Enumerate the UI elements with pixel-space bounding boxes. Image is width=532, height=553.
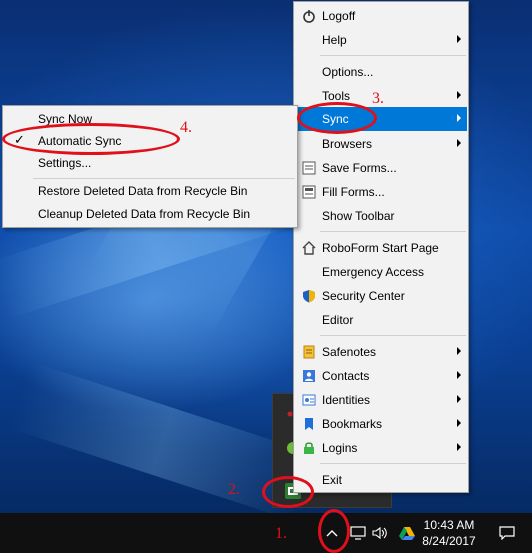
annotation-circle-4 bbox=[2, 123, 180, 155]
submenu-arrow-icon bbox=[457, 419, 461, 427]
menu-item-logoff[interactable]: Logoff bbox=[295, 4, 467, 28]
menu-item-browsers[interactable]: Browsers bbox=[295, 132, 467, 156]
menu-item-safenotes[interactable]: Safenotes bbox=[295, 340, 467, 364]
annotation-circle-1 bbox=[318, 509, 350, 553]
power-icon bbox=[301, 8, 317, 24]
action-center-icon[interactable] bbox=[492, 513, 522, 553]
annotation-label-2: 2. bbox=[228, 481, 240, 498]
menu-item-security-center[interactable]: Security Center bbox=[295, 284, 467, 308]
menu-item-label: Options... bbox=[322, 65, 374, 79]
menu-item-editor[interactable]: Editor bbox=[295, 308, 467, 332]
annotation-circle-2 bbox=[262, 476, 314, 508]
identity-icon bbox=[301, 392, 317, 408]
menu-item-emergency-access[interactable]: Emergency Access bbox=[295, 260, 467, 284]
save-forms-icon bbox=[301, 160, 317, 176]
menu-item-label: Save Forms... bbox=[322, 161, 397, 175]
menu-separator bbox=[320, 463, 466, 464]
menu-item-label: Security Center bbox=[322, 289, 405, 303]
menu-item-label: Cleanup Deleted Data from Recycle Bin bbox=[38, 207, 251, 221]
submenu-item-settings[interactable]: Settings... bbox=[4, 151, 296, 175]
submenu-arrow-icon bbox=[457, 114, 461, 122]
menu-item-label: Identities bbox=[322, 393, 371, 407]
contacts-icon bbox=[301, 368, 317, 384]
menu-separator bbox=[320, 55, 466, 56]
submenu-item-restore-deleted[interactable]: Restore Deleted Data from Recycle Bin bbox=[4, 179, 296, 203]
menu-item-bookmarks[interactable]: Bookmarks bbox=[295, 412, 467, 436]
google-drive-icon[interactable] bbox=[396, 513, 418, 553]
clock-time: 10:43 AM bbox=[423, 518, 475, 532]
menu-item-label: RoboForm Start Page bbox=[322, 241, 439, 255]
submenu-arrow-icon bbox=[457, 395, 461, 403]
menu-item-save-forms[interactable]: Save Forms... bbox=[295, 156, 467, 180]
annotation-circle-3 bbox=[297, 102, 377, 134]
safenote-icon bbox=[301, 344, 317, 360]
lock-icon bbox=[301, 440, 317, 456]
sync-submenu: Sync Now ✓ Automatic Sync Settings... Re… bbox=[2, 105, 298, 228]
menu-item-label: Logoff bbox=[322, 9, 356, 23]
menu-item-label: Logins bbox=[322, 441, 358, 455]
shield-icon bbox=[301, 288, 317, 304]
submenu-arrow-icon bbox=[457, 35, 461, 43]
network-icon[interactable] bbox=[348, 513, 368, 553]
submenu-arrow-icon bbox=[457, 347, 461, 355]
menu-item-label: Bookmarks bbox=[322, 417, 383, 431]
menu-item-contacts[interactable]: Contacts bbox=[295, 364, 467, 388]
menu-item-fill-forms[interactable]: Fill Forms... bbox=[295, 180, 467, 204]
submenu-arrow-icon bbox=[457, 139, 461, 147]
clock-date: 8/24/2017 bbox=[422, 534, 476, 548]
menu-item-exit[interactable]: Exit bbox=[295, 468, 467, 492]
annotation-label-3: 3. bbox=[372, 90, 384, 107]
menu-item-logins[interactable]: Logins bbox=[295, 436, 467, 460]
menu-item-label: Show Toolbar bbox=[322, 209, 395, 223]
volume-icon[interactable] bbox=[370, 513, 390, 553]
menu-item-identities[interactable]: Identities bbox=[295, 388, 467, 412]
menu-item-label: Restore Deleted Data from Recycle Bin bbox=[38, 184, 248, 198]
menu-item-label: Editor bbox=[322, 313, 354, 327]
menu-item-label: Emergency Access bbox=[322, 265, 425, 279]
fill-forms-icon bbox=[301, 184, 317, 200]
annotation-label-1: 1. bbox=[275, 525, 287, 542]
menu-item-label: Contacts bbox=[322, 369, 370, 383]
system-clock[interactable]: 10:43 AM 8/24/2017 bbox=[418, 513, 480, 553]
menu-item-show-toolbar[interactable]: Show Toolbar bbox=[295, 204, 467, 228]
submenu-item-cleanup-deleted[interactable]: Cleanup Deleted Data from Recycle Bin bbox=[4, 202, 296, 226]
menu-item-label: Browsers bbox=[322, 137, 373, 151]
home-icon bbox=[301, 240, 317, 256]
menu-separator bbox=[320, 335, 466, 336]
submenu-arrow-icon bbox=[457, 371, 461, 379]
menu-separator bbox=[320, 231, 466, 232]
menu-item-help[interactable]: Help bbox=[295, 28, 467, 52]
menu-item-label: Settings... bbox=[38, 156, 92, 170]
roboform-context-menu: Logoff Help Options... Tools Sync Browse… bbox=[293, 1, 469, 493]
bookmark-icon bbox=[301, 416, 317, 432]
menu-item-label: Tools bbox=[322, 89, 351, 103]
menu-item-label: Fill Forms... bbox=[322, 185, 385, 199]
menu-item-label: Exit bbox=[322, 473, 343, 487]
menu-item-start-page[interactable]: RoboForm Start Page bbox=[295, 236, 467, 260]
annotation-label-4: 4. bbox=[180, 119, 192, 136]
taskbar: 10:43 AM 8/24/2017 bbox=[0, 513, 532, 553]
menu-item-label: Help bbox=[322, 33, 347, 47]
submenu-arrow-icon bbox=[457, 91, 461, 99]
menu-item-label: Safenotes bbox=[322, 345, 377, 359]
submenu-arrow-icon bbox=[457, 443, 461, 451]
menu-item-options[interactable]: Options... bbox=[295, 60, 467, 84]
